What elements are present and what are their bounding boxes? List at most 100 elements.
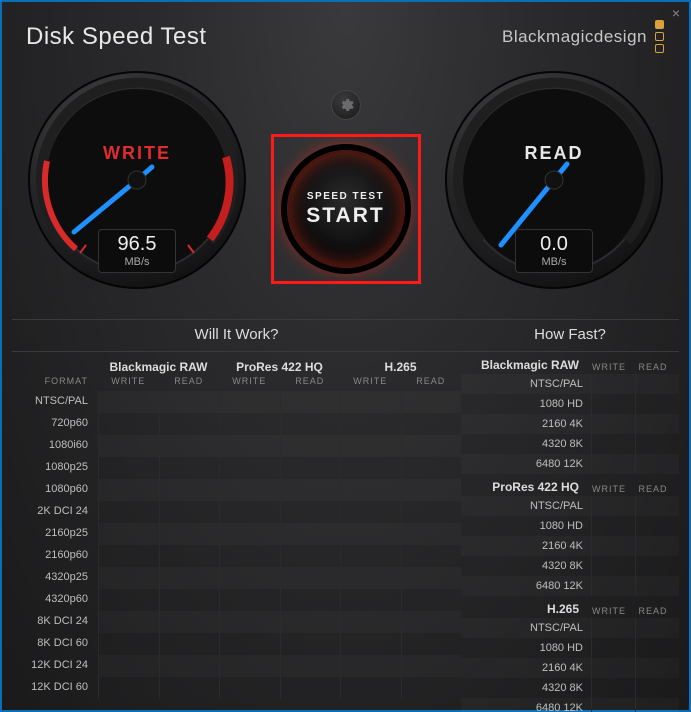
speed-row: 6480 12K xyxy=(461,454,679,474)
read-speed-cell xyxy=(635,434,679,454)
read-speed-cell xyxy=(635,698,679,712)
result-cell xyxy=(219,589,280,611)
result-cell-pair xyxy=(219,479,340,501)
read-speed-cell xyxy=(635,618,679,638)
format-label: 12K DCI 24 xyxy=(12,655,98,677)
result-cell xyxy=(280,435,341,457)
read-speed-display: 0.0 MB/s xyxy=(515,229,593,273)
write-speed-display: 96.5 MB/s xyxy=(98,229,176,273)
result-cell xyxy=(98,567,159,589)
result-cell xyxy=(401,567,462,589)
result-cell xyxy=(219,457,280,479)
how-fast-title: How Fast? xyxy=(461,319,679,351)
result-cell xyxy=(401,545,462,567)
result-cell-pair xyxy=(219,501,340,523)
result-cell-pair xyxy=(340,479,461,501)
format-label: 4320p60 xyxy=(12,589,98,611)
write-speed-cell xyxy=(591,678,635,698)
write-speed-cell xyxy=(591,658,635,678)
result-cell-pair xyxy=(98,457,219,479)
result-cell xyxy=(98,435,159,457)
result-cell xyxy=(98,589,159,611)
result-cell xyxy=(98,501,159,523)
format-label: 2160p25 xyxy=(12,523,98,545)
read-speed-cell xyxy=(635,536,679,556)
speed-row: 1080 HD xyxy=(461,394,679,414)
write-label: WRITE xyxy=(24,143,250,164)
settings-button[interactable] xyxy=(331,90,361,120)
start-highlight-box: SPEED TEST START xyxy=(271,134,421,284)
result-cell xyxy=(280,479,341,501)
read-subheader: READ xyxy=(631,484,675,494)
result-cell xyxy=(159,413,220,435)
start-button[interactable]: SPEED TEST START xyxy=(287,150,405,268)
result-cell-pair xyxy=(98,435,219,457)
write-speed-cell xyxy=(591,638,635,658)
result-cell xyxy=(219,677,280,699)
speed-row: 6480 12K xyxy=(461,698,679,712)
result-cell xyxy=(219,523,280,545)
speed-row: 6480 12K xyxy=(461,576,679,596)
write-speed-cell xyxy=(591,414,635,434)
result-cell xyxy=(159,611,220,633)
result-cell-pair xyxy=(98,545,219,567)
write-speed-cell xyxy=(591,394,635,414)
brand-logo: Blackmagicdesign xyxy=(502,20,665,53)
result-cell xyxy=(280,391,341,413)
format-label: NTSC/PAL xyxy=(461,500,591,512)
format-label: 1080 HD xyxy=(461,520,591,532)
result-cell-pair xyxy=(340,611,461,633)
read-gauge: READ 0.0 MB/s xyxy=(441,67,667,307)
write-speed-cell xyxy=(591,516,635,536)
speed-row: NTSC/PAL xyxy=(461,374,679,394)
result-cell xyxy=(98,391,159,413)
result-cell-pair xyxy=(340,589,461,611)
result-cell xyxy=(280,655,341,677)
write-speed-cell xyxy=(591,576,635,596)
result-cell xyxy=(219,413,280,435)
result-cell xyxy=(340,655,401,677)
format-label: 2160p60 xyxy=(12,545,98,567)
gauges-row: WRITE 96.5 MB/s SPEED TEST START xyxy=(2,61,689,319)
codec-header: ProRes 422 HQ xyxy=(219,352,340,376)
format-label: 6480 12K xyxy=(461,702,591,712)
result-cell xyxy=(401,611,462,633)
write-speed-unit: MB/s xyxy=(99,256,175,268)
format-label: NTSC/PAL xyxy=(461,622,591,634)
speed-row: NTSC/PAL xyxy=(461,496,679,516)
result-cell xyxy=(280,567,341,589)
format-label: 720p60 xyxy=(12,413,98,435)
result-cell xyxy=(98,677,159,699)
result-cell xyxy=(219,611,280,633)
result-cell xyxy=(401,479,462,501)
result-cell xyxy=(340,589,401,611)
codec-section-title: Blackmagic RAW xyxy=(461,358,587,372)
result-cell-pair xyxy=(340,633,461,655)
result-cell-pair xyxy=(219,633,340,655)
codec-header: H.265 xyxy=(340,352,461,376)
result-cell-pair xyxy=(340,523,461,545)
close-icon[interactable]: × xyxy=(669,6,683,20)
result-cell xyxy=(159,479,220,501)
result-cell-pair xyxy=(98,479,219,501)
result-cell xyxy=(340,479,401,501)
result-cell-pair xyxy=(340,435,461,457)
format-label: 8K DCI 24 xyxy=(12,611,98,633)
write-speed-cell xyxy=(591,556,635,576)
format-label: 6480 12K xyxy=(461,458,591,470)
read-speed-cell xyxy=(635,678,679,698)
result-cell xyxy=(340,611,401,633)
app-window: × Disk Speed Test Blackmagicdesign xyxy=(0,0,691,712)
result-cell-pair xyxy=(98,523,219,545)
result-cell xyxy=(219,501,280,523)
result-cell xyxy=(280,523,341,545)
read-speed-cell xyxy=(635,394,679,414)
result-cell xyxy=(219,655,280,677)
result-cell xyxy=(340,523,401,545)
codec-section-header: ProRes 422 HQWRITEREAD xyxy=(461,474,679,496)
brand-dots-icon xyxy=(655,20,665,53)
read-speed-unit: MB/s xyxy=(516,256,592,268)
result-cell xyxy=(219,391,280,413)
format-label: 4320 8K xyxy=(461,560,591,572)
result-cell xyxy=(401,655,462,677)
